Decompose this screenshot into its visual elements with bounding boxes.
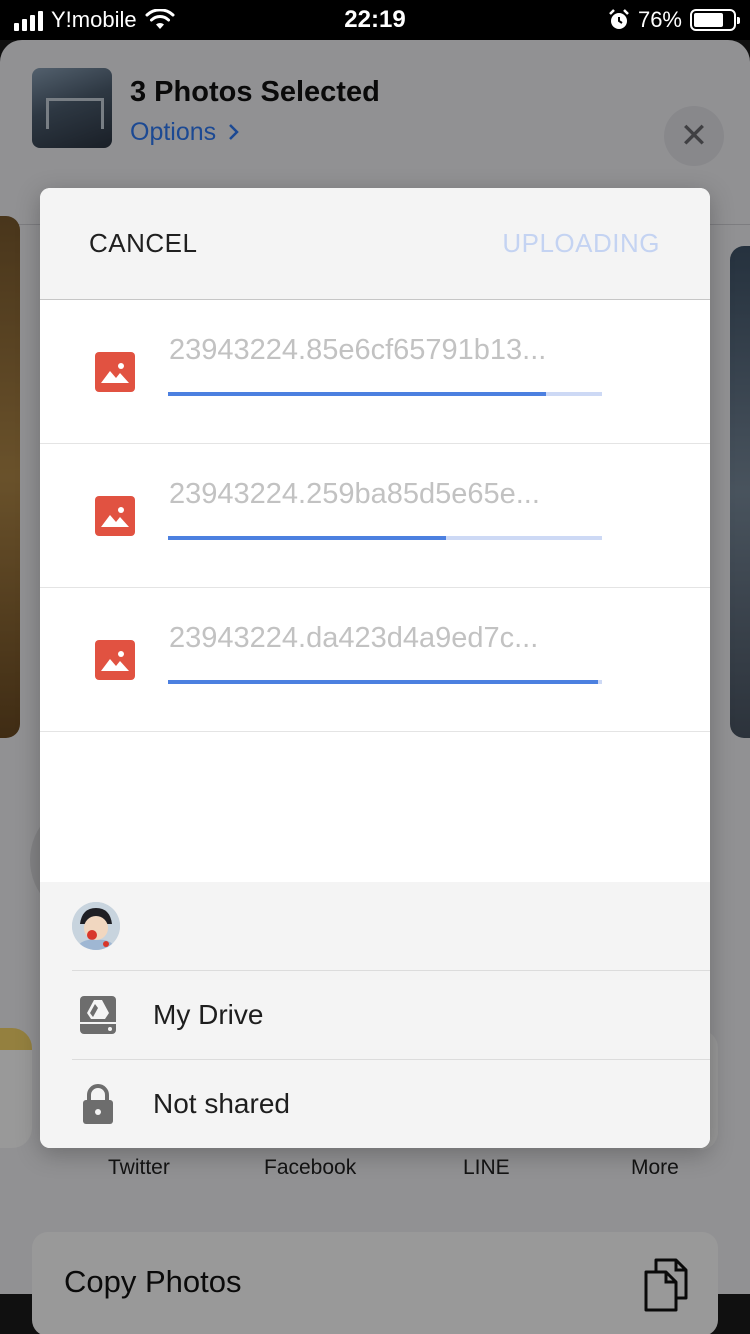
upload-progress-fill: [168, 392, 546, 396]
uploading-button: UPLOADING: [502, 228, 660, 258]
alarm-icon: [609, 9, 629, 29]
upload-file-row: 23943224.85e6cf65791b13...: [40, 300, 710, 444]
upload-file-list: 23943224.85e6cf65791b13... 23943224.259b…: [40, 300, 710, 732]
status-right: 76%: [608, 6, 740, 34]
upload-progress-fill: [168, 680, 598, 684]
battery-percent: 76%: [637, 7, 682, 32]
upload-dialog-header: CANCEL UPLOADING: [40, 188, 710, 300]
file-name: 23943224.da423d4a9ed7c...: [169, 622, 539, 654]
upload-progress-bar: [168, 392, 602, 396]
upload-progress-bar: [168, 680, 602, 684]
file-name: 23943224.85e6cf65791b13...: [169, 334, 547, 366]
upload-progress-fill: [168, 536, 446, 540]
sharing-status-row[interactable]: Not shared: [40, 1060, 710, 1148]
destination-folder-row[interactable]: My Drive: [40, 971, 710, 1059]
status-bar: Y!mobile 22:19 76%: [0, 0, 750, 40]
destination-folder-label: My Drive: [153, 999, 264, 1030]
battery-fill: [694, 13, 723, 27]
upload-dialog: CANCEL UPLOADING 23943224.85e6cf65791b13…: [40, 188, 710, 1148]
image-file-icon: [95, 640, 135, 680]
lock-icon: [83, 1084, 113, 1124]
cancel-button[interactable]: CANCEL: [89, 228, 197, 259]
drive-icon: [80, 996, 116, 1034]
upload-file-row: 23943224.259ba85d5e65e...: [40, 444, 710, 588]
sharing-status-label: Not shared: [153, 1088, 290, 1119]
account-avatar[interactable]: [72, 902, 120, 950]
battery-icon: [690, 9, 740, 31]
destination-panel: My Drive Not shared: [40, 882, 710, 1148]
upload-file-row: 23943224.da423d4a9ed7c...: [40, 588, 710, 732]
image-file-icon: [95, 496, 135, 536]
upload-progress-bar: [168, 536, 602, 540]
file-name: 23943224.259ba85d5e65e...: [169, 478, 540, 510]
image-file-icon: [95, 352, 135, 392]
